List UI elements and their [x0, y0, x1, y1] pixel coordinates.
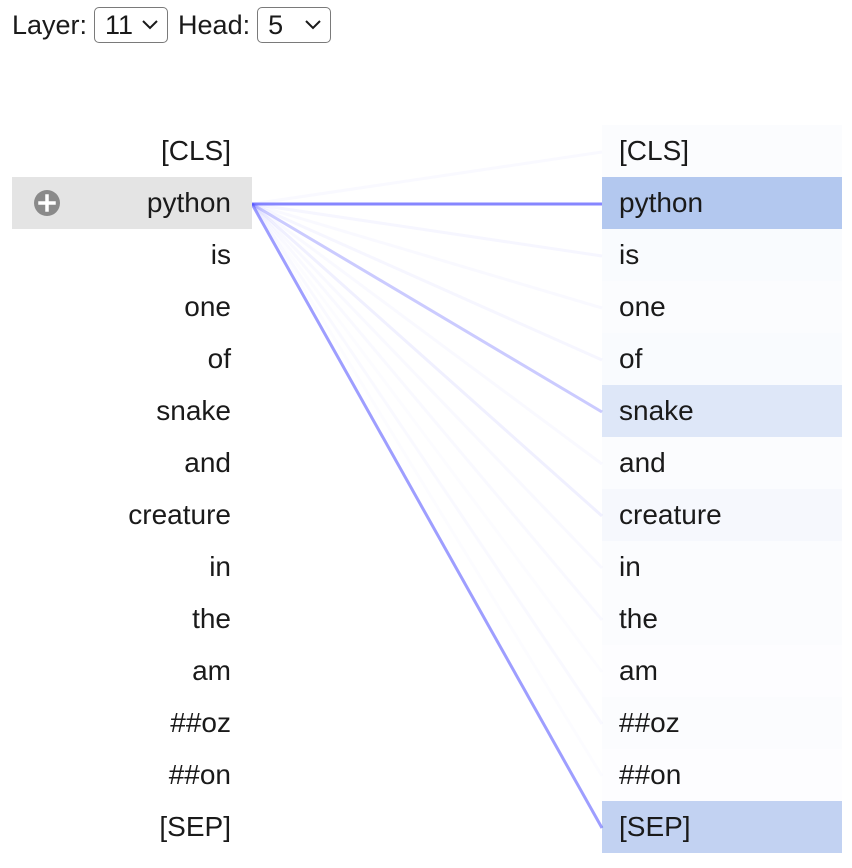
attention-line — [252, 152, 602, 204]
right-token-label: ##on — [619, 759, 682, 790]
left-token-label: one — [184, 291, 231, 322]
right-token[interactable]: the — [602, 593, 842, 645]
left-token-label: and — [184, 447, 231, 478]
attention-line — [252, 204, 602, 568]
attention-line — [250, 203, 604, 829]
right-token-label: creature — [619, 499, 722, 530]
attention-line — [252, 204, 602, 620]
left-token[interactable]: [CLS] — [12, 125, 252, 177]
plus-circle-icon[interactable] — [34, 190, 60, 216]
right-token[interactable]: creature — [602, 489, 842, 541]
right-token-label: is — [619, 239, 640, 270]
attention-line — [252, 204, 602, 308]
right-token-label: snake — [619, 395, 694, 426]
right-token[interactable]: and — [602, 437, 842, 489]
right-token-label: of — [619, 343, 643, 374]
right-token[interactable]: ##on — [602, 749, 842, 801]
right-token-label: [CLS] — [619, 135, 690, 166]
attention-line — [251, 202, 603, 518]
left-token[interactable]: am — [12, 645, 252, 697]
left-token[interactable]: python — [12, 177, 252, 229]
attention-line — [251, 202, 603, 362]
right-token-label: in — [619, 551, 641, 582]
left-token[interactable]: [SEP] — [12, 801, 252, 853]
right-token[interactable]: am — [602, 645, 842, 697]
attention-line — [252, 204, 602, 672]
left-token-label: the — [192, 603, 231, 634]
left-token[interactable]: is — [12, 229, 252, 281]
right-token[interactable]: of — [602, 333, 842, 385]
left-token[interactable]: ##on — [12, 749, 252, 801]
right-token[interactable]: is — [602, 229, 842, 281]
left-token-label: in — [209, 551, 231, 582]
right-token[interactable]: in — [602, 541, 842, 593]
left-token[interactable]: ##oz — [12, 697, 252, 749]
left-token-label: [SEP] — [159, 811, 231, 842]
left-token[interactable]: creature — [12, 489, 252, 541]
left-token-label: [CLS] — [160, 135, 231, 166]
right-token-label: and — [619, 447, 666, 478]
left-token[interactable]: and — [12, 437, 252, 489]
left-token[interactable]: snake — [12, 385, 252, 437]
attention-line — [251, 202, 603, 414]
left-token-label: snake — [156, 395, 231, 426]
right-token-label: python — [619, 187, 704, 218]
left-token-label: of — [207, 343, 231, 374]
left-token[interactable]: the — [12, 593, 252, 645]
right-token-label: [SEP] — [619, 811, 691, 842]
left-token[interactable]: one — [12, 281, 252, 333]
left-token-label: ##on — [168, 759, 231, 790]
right-token-label: am — [619, 655, 658, 686]
attention-line — [251, 202, 603, 258]
right-token-label: the — [619, 603, 658, 634]
right-token-label: one — [619, 291, 666, 322]
left-token-label: creature — [128, 499, 231, 530]
attention-visualization: [CLS] [CLS] python python is is one one of of snak… — [0, 0, 852, 868]
right-token[interactable]: snake — [602, 385, 842, 437]
right-token-label: ##oz — [619, 707, 680, 738]
left-token[interactable]: of — [12, 333, 252, 385]
left-token-label: ##oz — [170, 707, 231, 738]
left-token-label: am — [192, 655, 231, 686]
left-token-label: is — [210, 239, 231, 270]
right-token[interactable]: python — [602, 177, 842, 229]
right-token[interactable]: ##oz — [602, 697, 842, 749]
left-token-label: python — [146, 187, 231, 218]
right-token[interactable]: [CLS] — [602, 125, 842, 177]
left-token[interactable]: in — [12, 541, 252, 593]
right-token[interactable]: [SEP] — [602, 801, 842, 853]
attention-line — [252, 204, 602, 464]
attention-line — [252, 204, 602, 776]
attention-line — [252, 204, 602, 724]
right-token[interactable]: one — [602, 281, 842, 333]
